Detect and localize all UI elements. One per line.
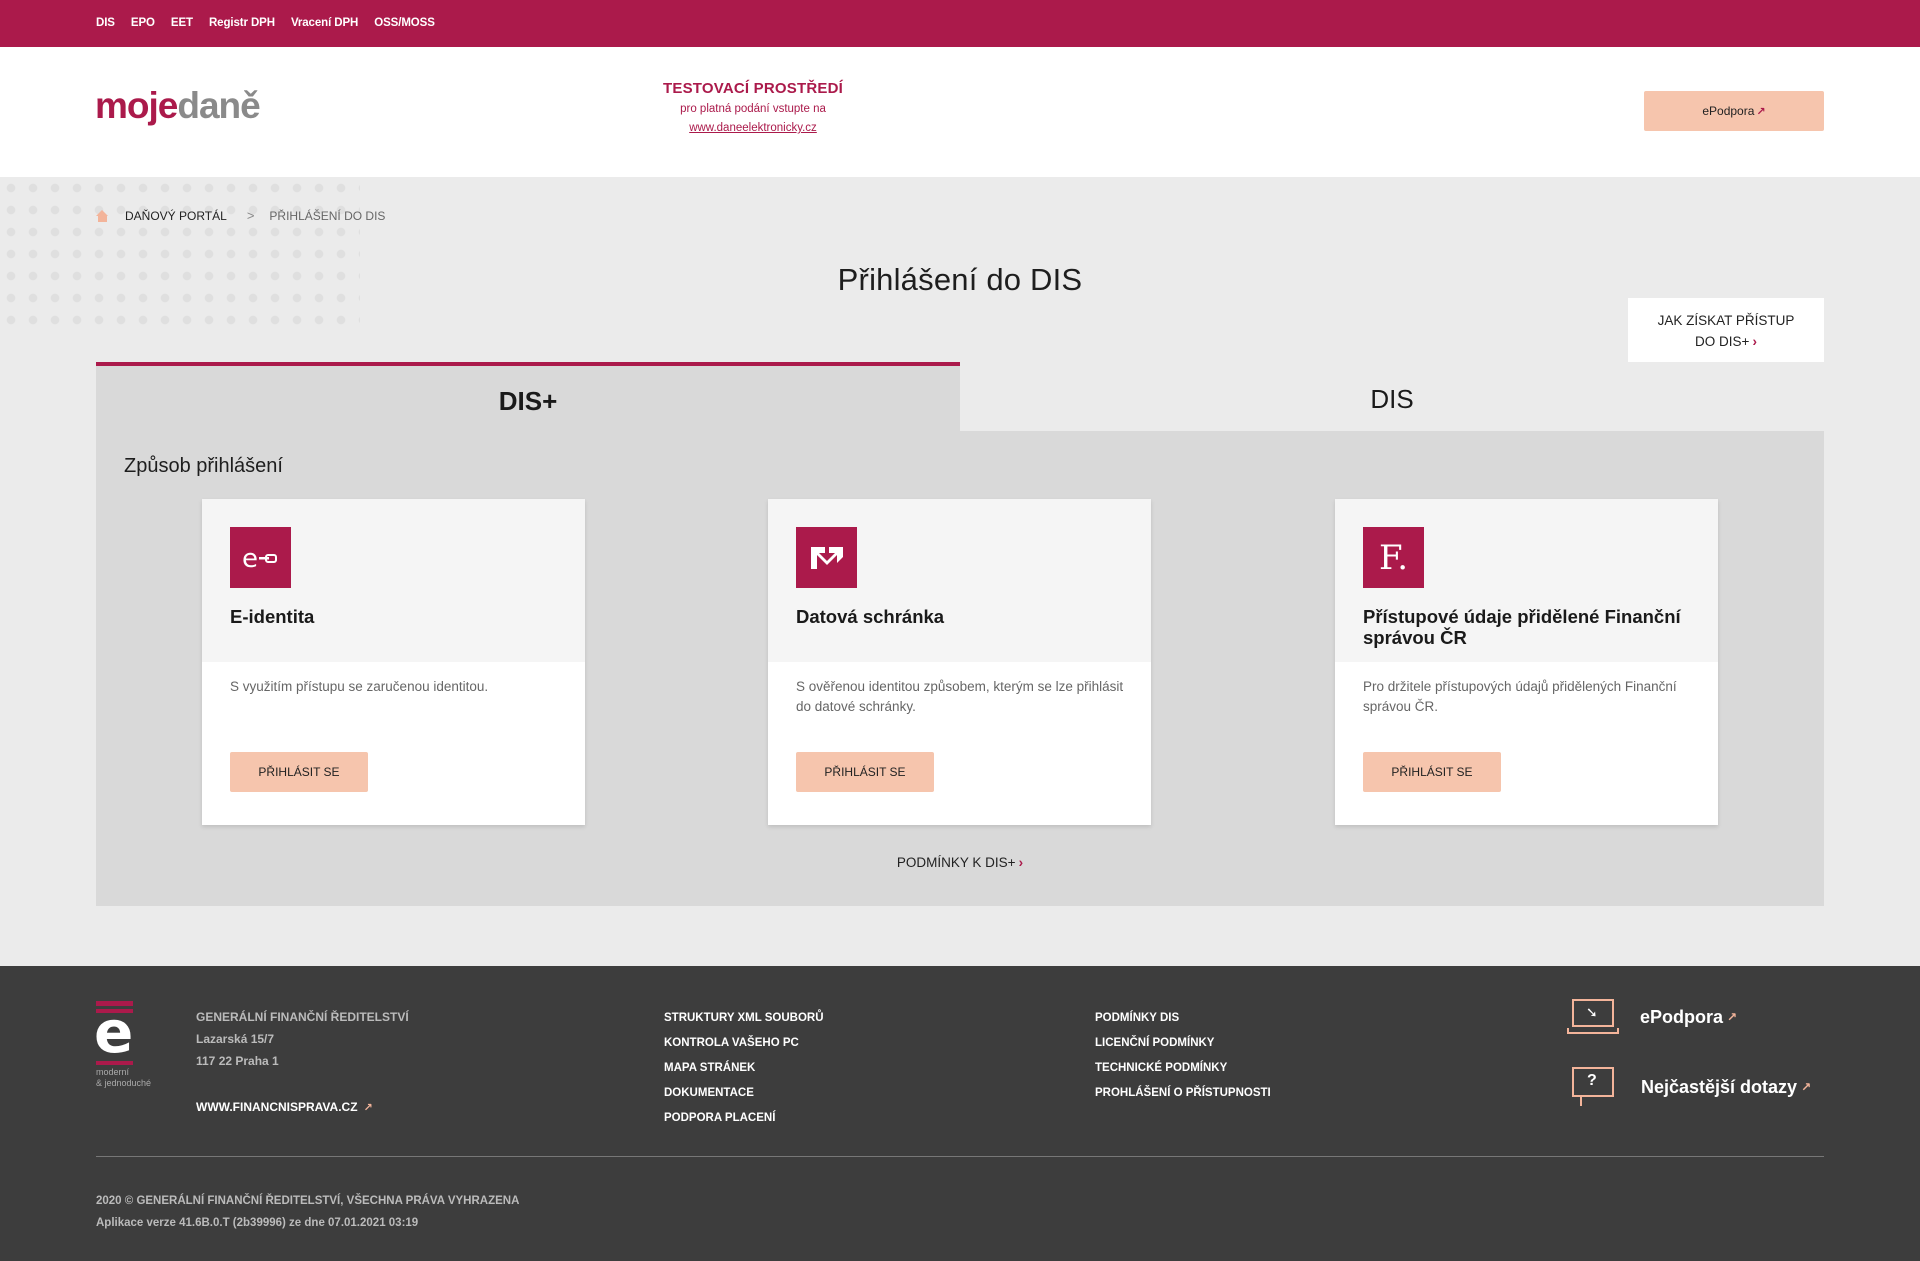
logo-dane: daně [177,85,260,126]
login-card-financni-sprava: F. Přístupové údaje přidělené Finanční s… [1335,499,1718,825]
home-icon[interactable] [96,209,109,222]
card-description: S využitím přístupu se zaručenou identit… [230,679,489,694]
footer-links-col2: PODMÍNKY DIS LICENČNÍ PODMÍNKY TECHNICKÉ… [1095,1006,1271,1106]
login-method-panel: Způsob přihlášení e E-identita S využití… [96,431,1824,906]
logo-tagline-2: & jednoduché [96,1078,152,1088]
topnav-dis[interactable]: DIS [96,17,115,29]
topnav-epo[interactable]: EPO [131,17,155,29]
databox-icon [796,527,857,588]
external-arrow-icon: ↗ [1756,105,1766,118]
version-text: Aplikace verze 41.6B.0.T (2b39996) ze dn… [96,1217,419,1229]
login-card-datova-schranka: Datová schránka S ověřenou identitou způ… [768,499,1151,825]
footer-link-xml[interactable]: STRUKTURY XML SOUBORŮ [664,1006,824,1031]
top-bar: DIS EPO EET Registr DPH Vracení DPH OSS/… [0,0,1920,47]
footer-link-kontrola-pc[interactable]: KONTROLA VAŠEHO PC [664,1031,824,1056]
svg-text:e: e [242,544,258,573]
chevron-right-icon: › [1752,334,1757,349]
e-identity-icon: e [230,527,291,588]
login-button-e-identita[interactable]: PŘIHLÁSIT SE [230,752,368,792]
tab-dis[interactable]: DIS [960,362,1824,431]
epodpora-label: ePodpora [1702,104,1755,118]
card-description: S ověřenou identitou způsobem, kterým se… [796,679,1124,714]
tab-dis-plus[interactable]: DIS+ [96,362,960,431]
breadcrumb-item-danovy-portal[interactable]: DAŇOVÝ PORTÁL [125,209,227,223]
external-arrow-icon: ↗ [1801,1080,1812,1094]
test-environment-notice: TESTOVACÍ PROSTŘEDÍ pro platná podání vs… [653,80,853,134]
login-button-datova-schranka[interactable]: PŘIHLÁSIT SE [796,752,934,792]
footer-epodpora-link[interactable]: ➘ ePodpora ↗ [1567,999,1737,1035]
test-env-subtitle: pro platná podání vstupte na [680,103,826,115]
conditions-label: PODMÍNKY K DIS+ [896,855,1016,870]
copyright-text: 2020 © GENERÁLNÍ FINANČNÍ ŘEDITELSTVÍ, V… [96,1195,520,1207]
footer-link-podminky-dis[interactable]: PODMÍNKY DIS [1095,1006,1271,1031]
topnav-eet[interactable]: EET [171,17,193,29]
header: mojedaně TESTOVACÍ PROSTŘEDÍ pro platná … [0,47,1920,177]
faq-label: Nejčastější dotazy [1641,1076,1798,1097]
help-bubble-line1: JAK ZÍSKAT PŘÍSTUP [1657,313,1795,328]
epodpora-button[interactable]: ePodpora ↗ [1644,91,1824,131]
card-title: E-identita [230,606,315,627]
external-arrow-icon: ↗ [363,1102,373,1114]
footer-link-technicke[interactable]: TECHNICKÉ PODMÍNKY [1095,1056,1271,1081]
gfr-logo: e moderní & jednoduché [94,998,152,1088]
org-name: GENERÁLNÍ FINANČNÍ ŘEDITELSTVÍ [196,1010,409,1024]
footer: e moderní & jednoduché GENERÁLNÍ FINANČNÍ… [0,966,1920,1261]
footer-link-podpora-placeni[interactable]: PODPORA PLACENÍ [664,1106,824,1131]
footer-link-licencni[interactable]: LICENČNÍ PODMÍNKY [1095,1031,1271,1056]
logo-moje: moje [95,85,178,126]
page-title: Přihlášení do DIS [837,262,1083,297]
help-bubble-line2: DO DIS+ [1695,334,1750,349]
topnav-vraceni-dph[interactable]: Vracení DPH [291,17,358,29]
chat-question-icon: ? [1572,1067,1616,1107]
breadcrumb-item-current: PŘIHLÁŠENÍ DO DIS [269,208,386,223]
login-card-e-identita: e E-identita S využitím přístupu se zaru… [202,499,585,825]
topnav-oss-moss[interactable]: OSS/MOSS [374,17,435,29]
footer-link-dokumentace[interactable]: DOKUMENTACE [664,1081,824,1106]
chevron-right-icon: › [1018,855,1024,870]
breadcrumb: DAŇOVÝ PORTÁL > PŘIHLÁŠENÍ DO DIS [96,208,385,223]
footer-link-mapa[interactable]: MAPA STRÁNEK [664,1056,824,1081]
login-button-financni-sprava[interactable]: PŘIHLÁSIT SE [1363,752,1501,792]
dots-decoration [0,177,360,327]
org-street: Lazarská 15/7 [196,1032,275,1046]
web-label: WWW.FINANCNISPRAVA.CZ [196,1100,358,1114]
mojedane-logo[interactable]: mojedaně [95,85,261,126]
footer-faq-link[interactable]: ? Nejčastější dotazy ↗ [1567,1067,1811,1107]
epodpora-label: ePodpora [1640,1006,1724,1027]
test-env-link[interactable]: www.daneelektronicky.cz [653,122,853,134]
card-title: Datová schránka [796,606,945,627]
card-description: Pro držitele přístupových údajů přidělen… [1363,679,1677,714]
external-arrow-icon: ↗ [1727,1010,1738,1024]
top-nav: DIS EPO EET Registr DPH Vracení DPH OSS/… [96,17,451,29]
laptop-icon: ➘ [1567,999,1619,1035]
how-to-get-access-bubble[interactable]: JAK ZÍSKAT PŘÍSTUP DO DIS+ › [1628,298,1824,384]
dis-plus-conditions-link[interactable]: PODMÍNKY K DIS+ › [96,855,1824,870]
financnisprava-link[interactable]: WWW.FINANCNISPRAVA.CZ ↗ [196,1100,373,1114]
financni-sprava-icon: F. [1363,527,1424,588]
topnav-registr-dph[interactable]: Registr DPH [209,17,275,29]
logo-tagline-1: moderní [96,1067,130,1077]
footer-links-col1: STRUKTURY XML SOUBORŮ KONTROLA VAŠEHO PC… [664,1006,824,1131]
footer-address: GENERÁLNÍ FINANČNÍ ŘEDITELSTVÍ Lazarská … [196,1006,409,1072]
footer-copyright: 2020 © GENERÁLNÍ FINANČNÍ ŘEDITELSTVÍ, V… [96,1190,519,1234]
card-title: Přístupové údaje přidělené Finanční sprá… [1363,606,1681,648]
org-city: 117 22 Praha 1 [196,1054,279,1068]
footer-divider [96,1156,1824,1157]
breadcrumb-separator: > [246,208,255,223]
footer-link-pristupnost[interactable]: PROHLÁŠENÍ O PŘÍSTUPNOSTI [1095,1081,1271,1106]
panel-title: Způsob přihlášení [124,455,283,477]
test-env-title: TESTOVACÍ PROSTŘEDÍ [663,80,843,97]
